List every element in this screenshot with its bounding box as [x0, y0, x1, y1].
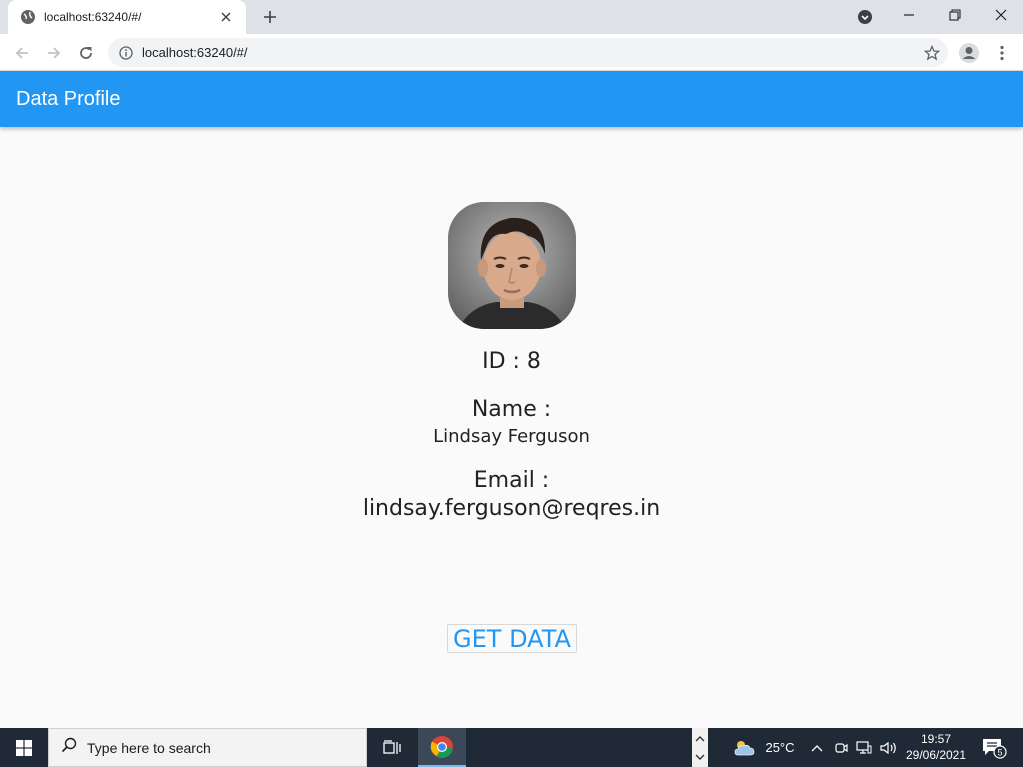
minimize-icon[interactable] [886, 0, 932, 30]
windows-taskbar: Type here to search 25°C 19:57 29/06/202… [0, 728, 1023, 767]
restore-icon[interactable] [932, 0, 978, 30]
volume-icon[interactable] [878, 728, 900, 767]
meet-now-icon[interactable] [832, 728, 850, 767]
windows-start-icon[interactable] [0, 728, 48, 767]
email-value: lindsay.ferguson@reqres.in [362, 496, 661, 521]
clock-time: 19:57 [920, 732, 952, 746]
weather-temperature[interactable]: 25°C [760, 728, 800, 767]
back-arrow-icon[interactable] [8, 39, 36, 67]
new-tab-button[interactable] [258, 6, 282, 28]
clock-date: 29/06/2021 [905, 748, 967, 762]
chevron-down-icon[interactable] [695, 748, 705, 766]
notification-center-icon[interactable]: 5 [980, 728, 1008, 767]
app-title: Data Profile [16, 87, 121, 110]
app-bar: Data Profile [0, 71, 1023, 127]
notification-count: 5 [997, 747, 1002, 757]
forward-arrow-icon[interactable] [40, 39, 68, 67]
bookmark-star-icon[interactable] [920, 41, 944, 65]
globe-icon [20, 9, 36, 25]
browser-toolbar: localhost:63240/#/ [0, 34, 1023, 71]
chrome-taskbar-icon[interactable] [418, 728, 466, 767]
address-bar[interactable]: localhost:63240/#/ [108, 38, 948, 67]
close-window-icon[interactable] [978, 0, 1023, 30]
close-tab-icon[interactable] [216, 7, 236, 27]
taskbar-scroll[interactable] [692, 728, 708, 767]
search-icon [61, 737, 77, 758]
name-label: Name : [471, 397, 552, 422]
profile-card: ID : 8 Name : Lindsay Ferguson Email : l… [0, 127, 1023, 728]
browser-tab[interactable]: localhost:63240/#/ [8, 0, 246, 34]
browser-tabstrip: localhost:63240/#/ [0, 0, 1023, 34]
profile-avatar-icon[interactable] [957, 41, 981, 65]
user-id: ID : 8 [482, 349, 541, 374]
avatar [448, 202, 576, 329]
search-placeholder: Type here to search [87, 739, 211, 756]
system-tray: 25°C [708, 728, 1023, 767]
kebab-menu-icon[interactable] [991, 41, 1013, 65]
chevron-up-tray-icon[interactable] [808, 728, 826, 767]
info-icon[interactable] [118, 45, 134, 61]
clock[interactable]: 19:57 29/06/2021 [898, 731, 974, 763]
task-view-icon[interactable] [372, 728, 412, 767]
chevron-up-icon[interactable] [695, 730, 705, 748]
reload-icon[interactable] [72, 39, 100, 67]
tab-search-icon[interactable] [852, 6, 878, 28]
network-icon[interactable] [854, 728, 874, 767]
email-label: Email : [473, 468, 550, 493]
tab-title: localhost:63240/#/ [44, 10, 142, 24]
taskbar-search-input[interactable]: Type here to search [48, 728, 367, 767]
name-value: Lindsay Ferguson [433, 426, 590, 447]
weather-cloud-icon[interactable] [732, 728, 756, 767]
get-data-button[interactable]: GET DATA [447, 624, 577, 653]
url-text: localhost:63240/#/ [142, 45, 248, 60]
